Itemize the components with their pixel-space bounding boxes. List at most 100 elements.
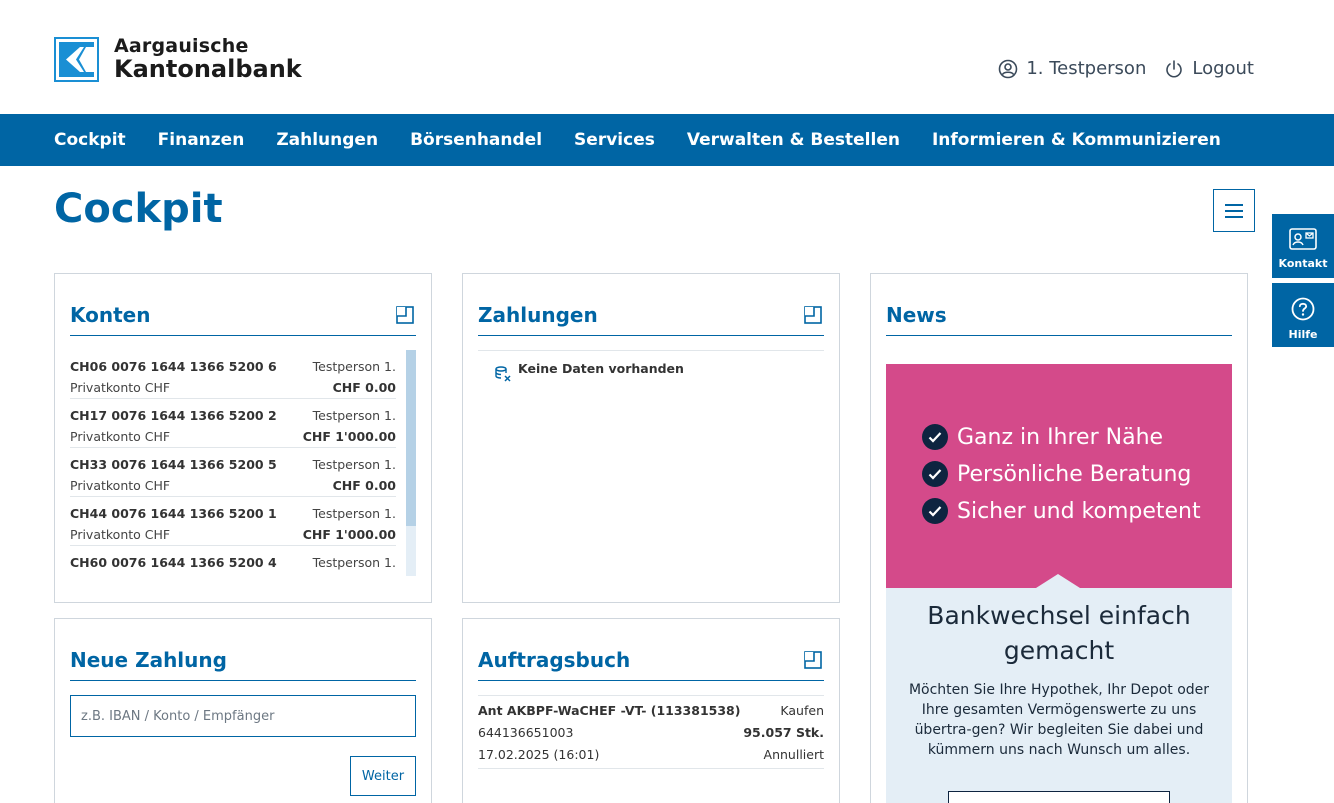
zahlungen-empty: Keine Daten vorhanden [478,350,824,393]
konto-row[interactable]: CH17 0076 1644 1366 5200 2 Testperson 1. … [70,399,396,448]
header: Aargauische Kantonalbank 1. Testperson L… [0,0,1334,114]
konto-iban: CH17 0076 1644 1366 5200 2 [70,408,277,423]
weiter-button[interactable]: Weiter [350,756,416,796]
main-nav: Cockpit Finanzen Zahlungen Börsenhandel … [0,114,1334,166]
help-icon [1291,297,1315,321]
konto-balance: CHF 0.00 [332,478,396,493]
order-status: Annulliert [763,747,824,762]
konto-owner: Testperson 1. [312,555,396,570]
hilfe-button[interactable]: Hilfe [1272,283,1334,347]
cockpit-menu-button[interactable] [1213,189,1255,232]
konto-owner: Testperson 1. [312,359,396,374]
nav-informieren-kommunizieren[interactable]: Informieren & Kommunizieren [932,130,1221,150]
kontakt-label: Kontakt [1278,257,1328,270]
logo-line1: Aargauische [114,35,249,57]
order-number: 644136651003 [478,725,574,740]
auftragsbuch-header: Auftragsbuch [478,639,824,681]
konto-type: Privatkonto CHF [70,380,171,395]
nav-finanzen[interactable]: Finanzen [158,130,245,150]
order-action: Kaufen [780,703,824,718]
news-card: News Ganz in Ihrer Nähe Persönliche Bera… [870,273,1248,803]
benefit-item: Sicher und kompetent [922,498,1201,524]
order-row[interactable]: Ant AKBPF-WaCHEF -VT- (113381538) Kaufen … [478,695,824,769]
expand-icon[interactable] [802,649,824,671]
news-teaser: Bankwechsel einfach gemacht Möchten Sie … [886,574,1232,803]
order-quantity: 95.057 Stk. [743,725,824,740]
nav-boersenhandel[interactable]: Börsenhandel [410,130,542,150]
check-icon [922,461,948,487]
konto-owner: Testperson 1. [312,408,396,423]
order-datetime: 17.02.2025 (16:01) [478,747,600,762]
expand-icon[interactable] [802,304,824,326]
konten-card: Konten CH06 0076 1644 1366 5200 6 Testper… [54,273,432,603]
user-circle-icon [999,59,1018,78]
nav-zahlungen[interactable]: Zahlungen [276,130,378,150]
konto-balance: CHF 1'000.00 [302,527,396,542]
kontakt-button[interactable]: Kontakt [1272,214,1334,278]
iban-search-input[interactable] [70,695,416,737]
konto-type: Privatkonto CHF [70,478,171,493]
auftragsbuch-card: Auftragsbuch Ant AKBPF-WaCHEF -VT- (1133… [462,618,840,803]
benefit-text: Ganz in Ihrer Nähe [957,424,1164,450]
bank-logo[interactable]: Aargauische Kantonalbank [54,35,302,83]
logo-mark-icon [54,37,99,83]
konten-title: Konten [70,302,151,327]
konten-scroll-thumb[interactable] [406,350,416,526]
benefit-text: Persönliche Beratung [957,461,1192,487]
news-banner[interactable]: Ganz in Ihrer Nähe Persönliche Beratung … [886,364,1232,588]
auftragsbuch-title: Auftragsbuch [478,647,631,672]
news-body: Möchten Sie Ihre Hypothek, Ihr Depot ode… [908,682,1210,758]
konto-type: Privatkonto CHF [70,527,171,542]
news-cta-button[interactable] [948,791,1170,803]
nav-services[interactable]: Services [574,130,655,150]
notch-decoration [1036,574,1080,588]
konto-row[interactable]: CH33 0076 1644 1366 5200 5 Testperson 1. … [70,448,396,497]
user-profile-link[interactable]: 1. Testperson [998,58,1146,79]
user-name: 1. Testperson [1026,58,1147,79]
konto-type: Privatkonto CHF [70,429,171,444]
news-headline: Bankwechsel einfach gemacht [927,601,1191,665]
logo-text: Aargauische Kantonalbank [114,35,302,83]
benefit-item: Persönliche Beratung [922,461,1201,487]
konto-owner: Testperson 1. [312,457,396,472]
power-icon [1166,59,1183,77]
no-data-icon [495,366,511,382]
zahlungen-header: Zahlungen [478,294,824,336]
konto-row[interactable]: CH06 0076 1644 1366 5200 6 Testperson 1. … [70,350,396,399]
hamburger-icon [1225,203,1243,218]
konten-list: CH06 0076 1644 1366 5200 6 Testperson 1. … [70,350,396,576]
news-header: News [886,294,1232,336]
neue-zahlung-header: Neue Zahlung [70,639,416,681]
nav-cockpit[interactable]: Cockpit [54,130,126,150]
konten-header: Konten [70,294,416,336]
news-title: News [886,302,947,327]
check-icon [922,424,948,450]
check-icon [922,498,948,524]
konto-owner: Testperson 1. [312,506,396,521]
benefit-text: Sicher und kompetent [957,498,1201,524]
konto-iban: CH44 0076 1644 1366 5200 1 [70,506,277,521]
konto-balance: CHF 0.00 [332,380,396,395]
logo-line2: Kantonalbank [114,54,302,83]
zahlungen-card: Zahlungen Keine Daten vorhanden [462,273,840,603]
expand-icon[interactable] [394,304,416,326]
page-title: Cockpit [54,186,223,232]
konto-balance: CHF 1'000.00 [302,429,396,444]
benefit-item: Ganz in Ihrer Nähe [922,424,1201,450]
contact-card-icon [1289,228,1317,250]
order-name: Ant AKBPF-WaCHEF -VT- (113381538) [478,703,741,718]
logout-label: Logout [1192,58,1254,79]
konto-iban: CH06 0076 1644 1366 5200 6 [70,359,277,374]
neue-zahlung-title: Neue Zahlung [70,647,227,672]
benefit-list: Ganz in Ihrer Nähe Persönliche Beratung … [922,424,1201,535]
konto-row[interactable]: CH60 0076 1644 1366 5200 4 Testperson 1. [70,546,396,576]
userbar: 1. Testperson Logout [980,58,1254,79]
zahlungen-title: Zahlungen [478,302,598,327]
logout-link[interactable]: Logout [1164,58,1254,79]
konten-scrollbar[interactable] [406,350,416,576]
neue-zahlung-card: Neue Zahlung Weiter [54,618,432,803]
nav-verwalten-bestellen[interactable]: Verwalten & Bestellen [687,130,900,150]
hilfe-label: Hilfe [1288,328,1318,341]
konto-row[interactable]: CH44 0076 1644 1366 5200 1 Testperson 1. … [70,497,396,546]
konto-iban: CH60 0076 1644 1366 5200 4 [70,555,277,570]
